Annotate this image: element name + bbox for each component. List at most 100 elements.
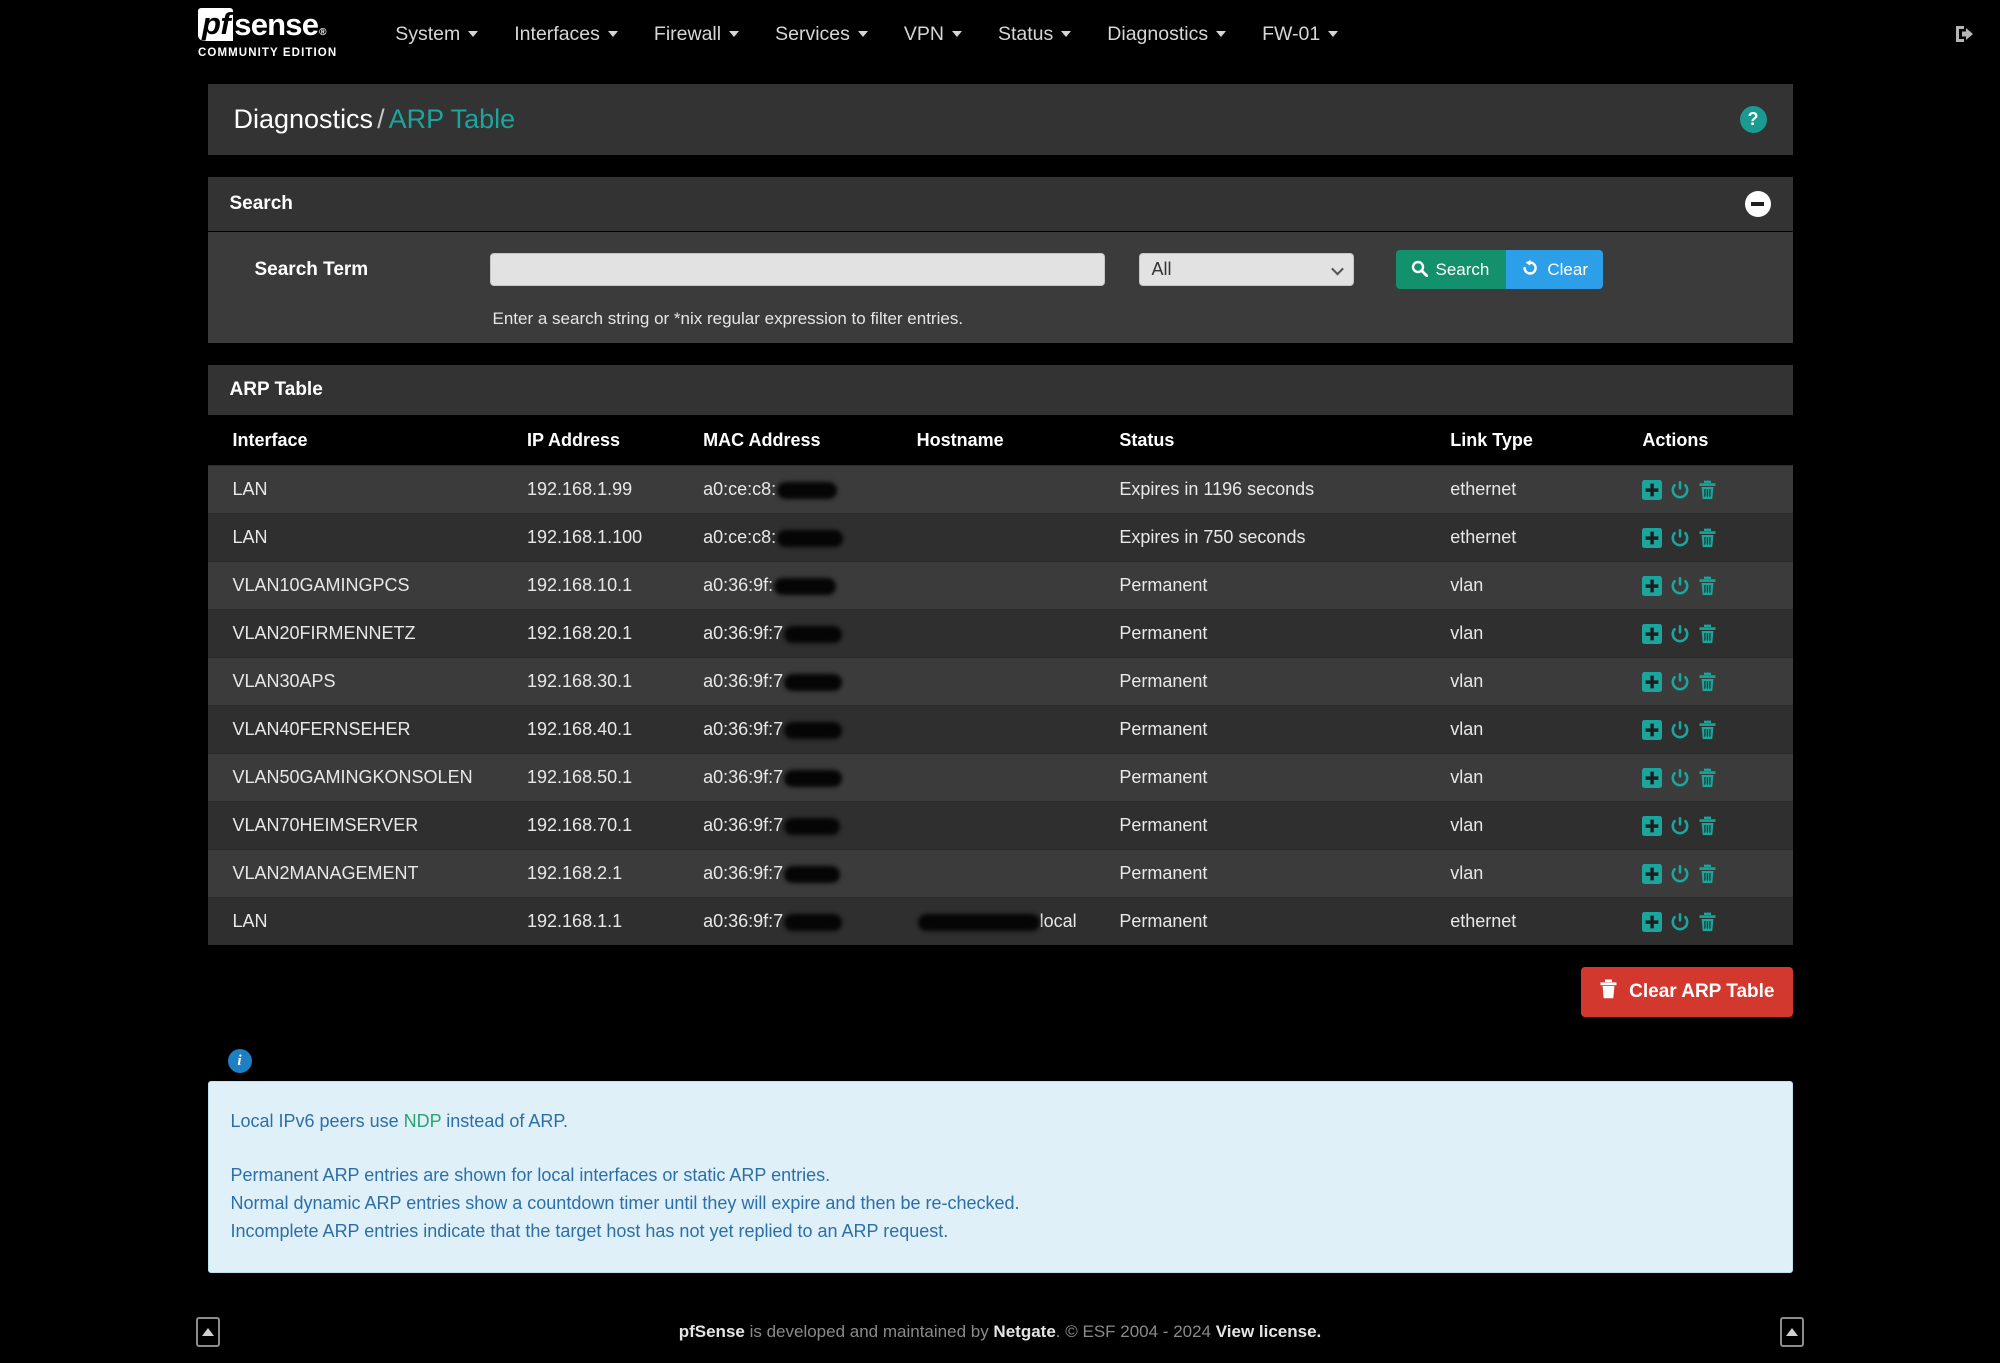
mac-prefix: a0:36:9f:7: [703, 863, 784, 883]
block-host-icon[interactable]: [1670, 720, 1690, 740]
view-license-link[interactable]: View license.: [1216, 1322, 1322, 1341]
add-static-mapping-icon[interactable]: [1642, 863, 1663, 884]
nav-item-system[interactable]: System: [377, 13, 496, 56]
delete-entry-icon[interactable]: [1698, 624, 1717, 644]
cell-actions: [1632, 849, 1793, 898]
add-static-mapping-icon[interactable]: [1642, 623, 1663, 644]
cell-actions: [1632, 561, 1793, 610]
cell-actions: [1632, 513, 1793, 562]
nav-item-diagnostics[interactable]: Diagnostics: [1089, 13, 1244, 56]
block-host-icon[interactable]: [1670, 528, 1690, 548]
cell-status: Permanent: [1109, 897, 1441, 945]
search-panel-body: Search Term All Search Clear Enter a sea…: [207, 232, 1793, 343]
cell-mac-address: a0:36:9f:7: [693, 849, 907, 898]
row-action-group: [1642, 863, 1782, 884]
search-help-text: Enter a search string or *nix regular ex…: [492, 309, 964, 328]
nav-item-label: Status: [997, 22, 1054, 45]
column-header-status: Status: [1109, 416, 1441, 466]
clear-arp-table-label: Clear ARP Table: [1629, 981, 1775, 1002]
arp-table: Interface IP Address MAC Address Hostnam…: [207, 416, 1793, 945]
breadcrumb-separator: /: [377, 104, 385, 134]
add-static-mapping-icon[interactable]: [1642, 767, 1663, 788]
block-host-icon[interactable]: [1670, 912, 1690, 932]
nav-item-firewall[interactable]: Firewall: [636, 13, 757, 56]
nav-item-services[interactable]: Services: [757, 13, 886, 56]
cell-ip-address: 192.168.1.1: [517, 897, 694, 945]
mac-prefix: a0:ce:c8:: [703, 527, 777, 547]
table-row: LAN 192.168.1.99 a0:ce:c8: Expires in 1196 …: [207, 465, 1793, 514]
nav-item-interfaces[interactable]: Interfaces: [496, 13, 636, 56]
delete-entry-icon[interactable]: [1698, 816, 1717, 836]
cell-mac-address: a0:36:9f:7: [693, 609, 907, 658]
delete-entry-icon[interactable]: [1698, 480, 1717, 500]
brand-edition: COMMUNITY EDITION: [198, 47, 338, 60]
block-host-icon[interactable]: [1670, 768, 1690, 788]
table-row: VLAN2MANAGEMENT 192.168.2.1 a0:36:9f:7 Perm…: [207, 849, 1793, 898]
cell-hostname: [906, 705, 1110, 754]
add-static-mapping-icon[interactable]: [1642, 911, 1663, 932]
row-action-group: [1642, 527, 1782, 548]
add-static-mapping-icon[interactable]: [1642, 575, 1663, 596]
netgate-link[interactable]: Netgate: [993, 1322, 1055, 1341]
cell-link-type: vlan: [1440, 657, 1633, 706]
chevron-down-icon: [857, 31, 868, 37]
delete-entry-icon[interactable]: [1698, 864, 1717, 884]
delete-entry-icon[interactable]: [1698, 720, 1717, 740]
table-row: LAN 192.168.1.1 a0:36:9f:7 local Permanent et…: [207, 897, 1793, 945]
help-icon[interactable]: ?: [1739, 106, 1767, 133]
search-button-label: Search: [1435, 260, 1490, 279]
search-input[interactable]: [489, 253, 1105, 286]
add-static-mapping-icon[interactable]: [1642, 719, 1663, 740]
search-filter-select[interactable]: All: [1138, 253, 1354, 286]
nav-item-label: FW-01: [1262, 22, 1321, 45]
nav-item-label: Diagnostics: [1107, 22, 1209, 45]
cell-status: Permanent: [1109, 609, 1441, 658]
block-host-icon[interactable]: [1670, 576, 1690, 596]
cell-link-type: vlan: [1440, 561, 1633, 610]
delete-entry-icon[interactable]: [1698, 528, 1717, 548]
nav-item-fw-01[interactable]: FW-01: [1244, 13, 1356, 56]
info-line-4: Incomplete ARP entries indicate that the…: [230, 1220, 949, 1241]
pfsense-logo[interactable]: pf sense ® COMMUNITY EDITION: [198, 8, 337, 59]
delete-entry-icon[interactable]: [1698, 672, 1717, 692]
table-row: VLAN20FIRMENNETZ 192.168.20.1 a0:36:9f:7 Pe…: [207, 609, 1793, 658]
cell-ip-address: 192.168.20.1: [517, 609, 694, 658]
cell-ip-address: 192.168.70.1: [517, 801, 694, 850]
ndp-link[interactable]: NDP: [404, 1111, 442, 1131]
search-panel-header: Search: [207, 177, 1793, 232]
cell-mac-address: a0:36:9f:7: [693, 801, 907, 850]
breadcrumb-parent[interactable]: Diagnostics: [234, 104, 374, 134]
column-header-mac-address: MAC Address: [693, 416, 907, 466]
add-static-mapping-icon[interactable]: [1642, 527, 1663, 548]
block-host-icon[interactable]: [1670, 816, 1690, 836]
block-host-icon[interactable]: [1670, 672, 1690, 692]
delete-entry-icon[interactable]: [1698, 576, 1717, 596]
clear-arp-table-button[interactable]: Clear ARP Table: [1581, 967, 1793, 1017]
add-static-mapping-icon[interactable]: [1642, 815, 1663, 836]
block-host-icon[interactable]: [1670, 480, 1690, 500]
add-static-mapping-icon[interactable]: [1642, 479, 1663, 500]
redacted-mac: [784, 913, 843, 931]
clear-arp-row: Clear ARP Table: [208, 945, 1793, 1017]
delete-entry-icon[interactable]: [1698, 912, 1717, 932]
logout-icon[interactable]: [1952, 21, 1978, 47]
nav-item-vpn[interactable]: VPN: [886, 13, 980, 56]
cell-actions: [1632, 801, 1793, 850]
cell-mac-address: a0:ce:c8:: [693, 465, 907, 514]
nav-item-label: VPN: [903, 22, 944, 45]
arp-table-title: ARP Table: [229, 379, 323, 400]
block-host-icon[interactable]: [1670, 864, 1690, 884]
minus-circle-icon[interactable]: [1744, 191, 1771, 217]
nav-item-status[interactable]: Status: [980, 13, 1089, 56]
cell-link-type: vlan: [1440, 849, 1633, 898]
search-button[interactable]: Search: [1395, 250, 1507, 289]
cell-mac-address: a0:36:9f:7: [693, 897, 907, 945]
footer-text: pfSense is developed and maintained by N…: [679, 1322, 1322, 1342]
scroll-top-left-button[interactable]: [196, 1317, 220, 1347]
redacted-hostname: [917, 913, 1040, 931]
delete-entry-icon[interactable]: [1698, 768, 1717, 788]
scroll-top-right-button[interactable]: [1780, 1317, 1804, 1347]
add-static-mapping-icon[interactable]: [1642, 671, 1663, 692]
clear-button[interactable]: Clear: [1506, 250, 1603, 289]
block-host-icon[interactable]: [1670, 624, 1690, 644]
